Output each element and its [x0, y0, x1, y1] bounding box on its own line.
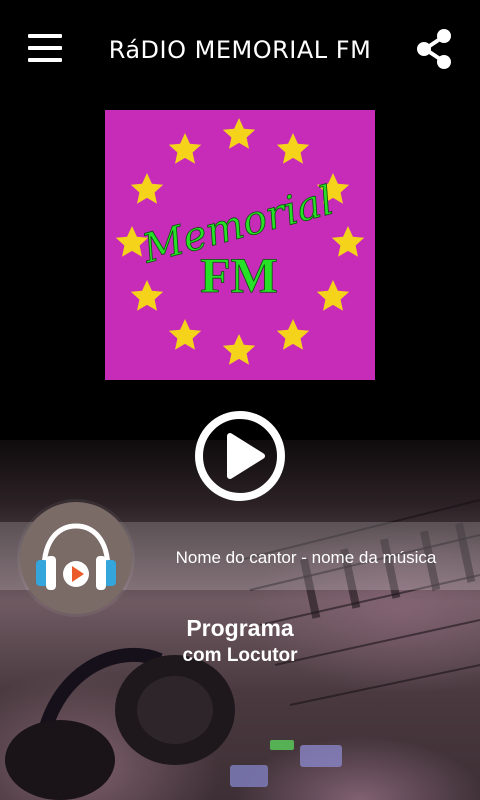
- hamburger-menu-icon: [28, 34, 62, 38]
- station-logo: Memorial FM: [105, 110, 375, 380]
- headphones-play-icon: [36, 523, 116, 590]
- share-button[interactable]: [412, 26, 458, 72]
- top-app-bar: RáDIO MEMORIAL FM: [0, 0, 480, 100]
- play-icon: [195, 411, 285, 501]
- program-title: Programa: [186, 615, 294, 641]
- play-button[interactable]: [194, 410, 286, 502]
- now-playing-text: Nome do cantor - nome da música: [175, 548, 437, 567]
- hamburger-menu-icon-bar: [28, 58, 62, 62]
- program-host: com Locutor: [182, 645, 298, 666]
- app-title: RáDIO MEMORIAL FM: [108, 36, 372, 64]
- menu-button[interactable]: [24, 30, 66, 66]
- hamburger-menu-icon-bar: [28, 46, 62, 50]
- share-icon: [417, 29, 451, 69]
- album-cover: [20, 502, 132, 614]
- logo-text-fm: FM: [200, 247, 278, 303]
